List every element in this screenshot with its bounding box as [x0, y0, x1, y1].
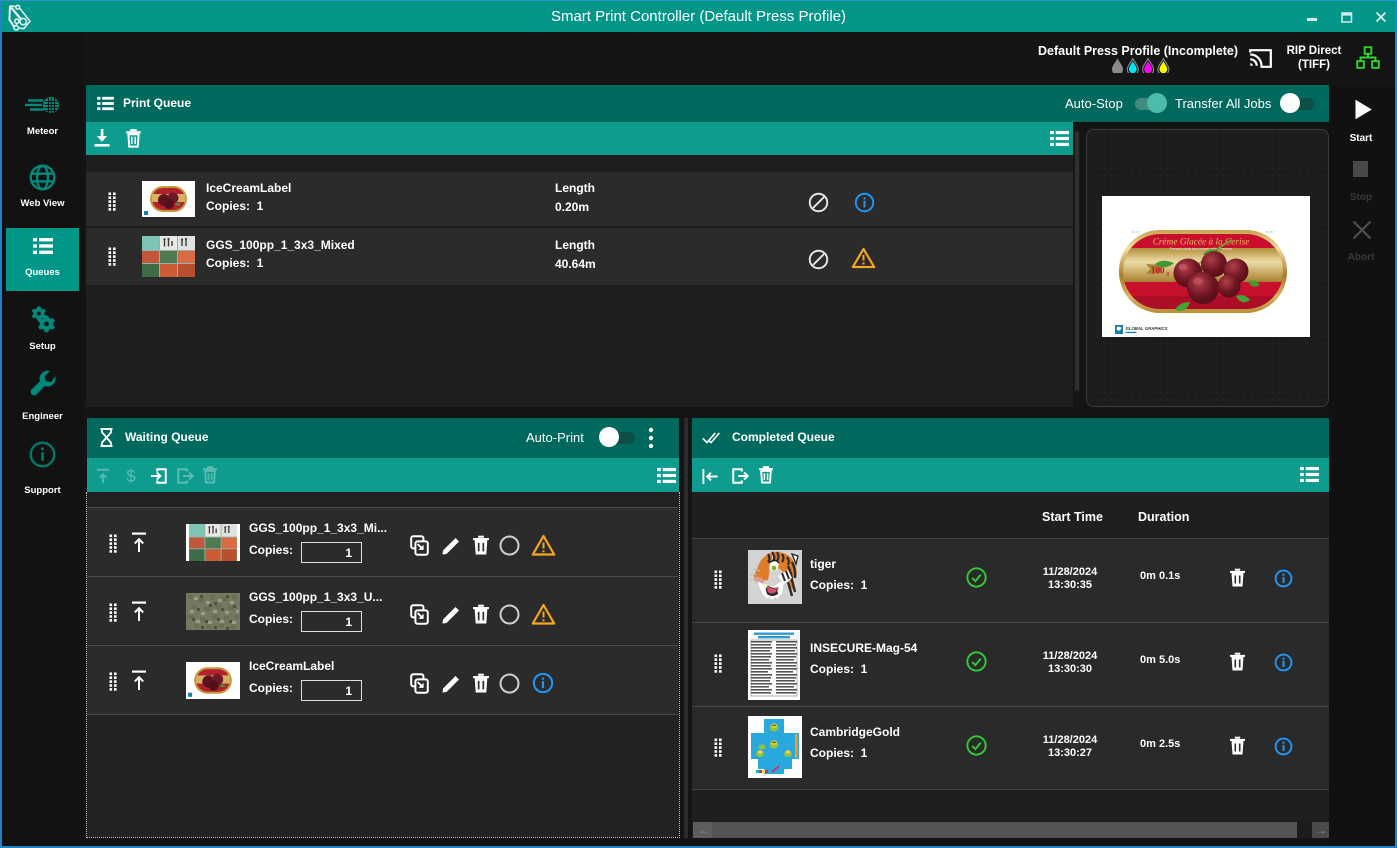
svg-text:$: $: [126, 467, 136, 486]
svg-text:French style ice-cream with ch: French style ice-cream with cherries: [1170, 246, 1232, 251]
svg-text:GLOBAL GRAPHICS: GLOBAL GRAPHICS: [1126, 326, 1168, 331]
svg-text:g: g: [1167, 271, 1170, 277]
